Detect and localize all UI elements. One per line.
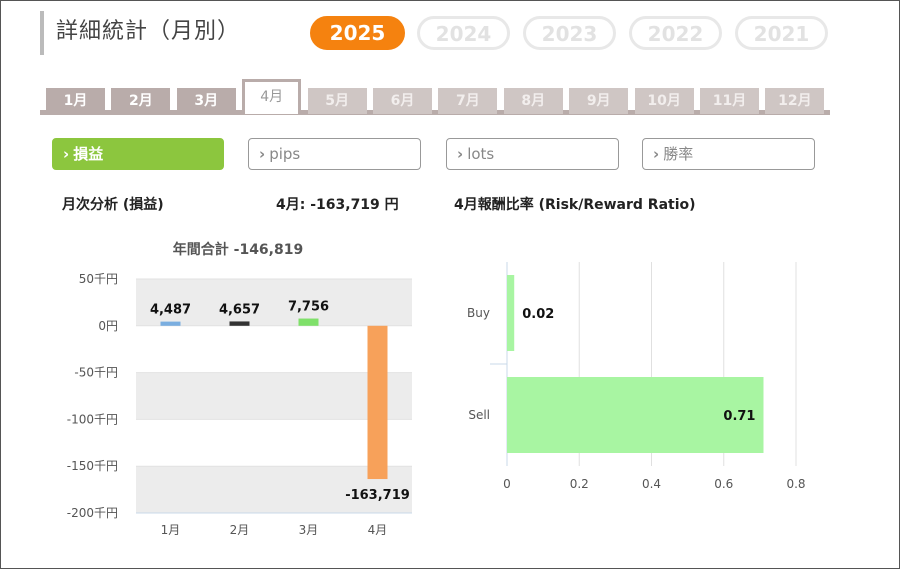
hbar-buy xyxy=(507,275,515,351)
bar-4 xyxy=(367,325,388,480)
bar-value-label: 4,657 xyxy=(219,302,260,317)
hbar-value-label: 0.02 xyxy=(522,307,554,322)
bar-value-label: 7,756 xyxy=(288,300,329,315)
x-tick-label: 0.4 xyxy=(642,477,661,491)
bar-chart-title: 年間合計 -146,819 xyxy=(173,241,303,258)
x-tick-label: 3月 xyxy=(299,523,319,537)
bar-1 xyxy=(160,321,181,326)
y-tick-label: -50千円 xyxy=(74,366,118,380)
charts-canvas: 年間合計 -146,819 50千円 0円 -50千円 -100千円 -150千円 -200… xyxy=(67,241,806,537)
y-tick-label: Sell xyxy=(468,408,490,422)
x-tick-label: 1月 xyxy=(161,523,181,537)
x-tick-label: 0.2 xyxy=(570,477,589,491)
y-tick-label: Buy xyxy=(467,306,490,320)
y-tick-label: 50千円 xyxy=(79,272,118,286)
y-tick-label: -100千円 xyxy=(67,412,118,426)
hbar-value-label: 0.71 xyxy=(723,409,755,424)
x-tick-label: 0 xyxy=(503,477,511,491)
bar-3 xyxy=(298,318,319,326)
y-tick-label: -200千円 xyxy=(67,506,118,520)
y-tick-label: 0円 xyxy=(98,319,118,333)
bar-2 xyxy=(229,321,250,326)
x-tick-label: 4月 xyxy=(368,523,388,537)
x-tick-label: 2月 xyxy=(230,523,250,537)
x-tick-label: 0.6 xyxy=(714,477,733,491)
bar-value-label: 4,487 xyxy=(150,303,191,318)
x-tick-label: 0.8 xyxy=(786,477,805,491)
y-tick-label: -150千円 xyxy=(67,459,118,473)
bar-value-label: -163,719 xyxy=(345,488,410,503)
